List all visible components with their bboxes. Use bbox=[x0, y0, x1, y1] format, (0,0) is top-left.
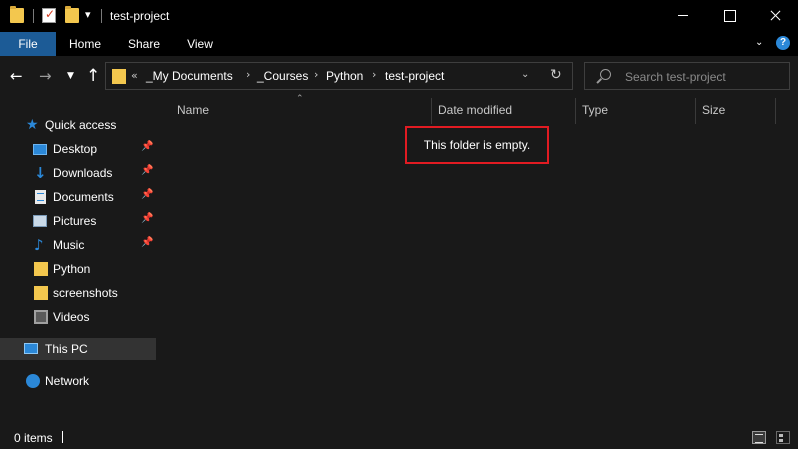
sort-ascending-icon: ⌃ bbox=[296, 94, 304, 104]
title-separator bbox=[101, 9, 102, 23]
breadcrumb-test-project[interactable]: test-project bbox=[385, 69, 444, 83]
column-header-type[interactable]: Type bbox=[582, 103, 608, 117]
empty-folder-message: This folder is empty. bbox=[423, 138, 531, 152]
pictures-icon bbox=[33, 215, 47, 227]
large-icons-view-icon[interactable] bbox=[776, 431, 790, 444]
address-dropdown-icon[interactable]: ⌄ bbox=[521, 69, 529, 80]
refresh-icon[interactable]: ↻ bbox=[550, 67, 562, 83]
expand-ribbon-chevron-icon[interactable]: ⌄ bbox=[755, 37, 763, 48]
column-header-size[interactable]: Size bbox=[702, 103, 725, 117]
sidebar-item-label: Network bbox=[45, 374, 90, 388]
sidebar-item-screenshots[interactable]: screenshots bbox=[0, 282, 156, 304]
search-placeholder[interactable]: Search test-project bbox=[625, 70, 726, 84]
pin-icon[interactable]: 📌 bbox=[141, 141, 153, 152]
sidebar-item-this-pc[interactable]: This PC bbox=[0, 338, 156, 360]
help-icon[interactable]: ? bbox=[776, 36, 790, 50]
address-bar[interactable]: « _My Documents › _Courses › Python › te… bbox=[105, 62, 573, 90]
column-header-name[interactable]: Name bbox=[177, 103, 209, 117]
close-button[interactable] bbox=[752, 0, 798, 32]
sidebar-item-documents[interactable]: Documents 📌 bbox=[0, 186, 156, 208]
details-view-icon[interactable] bbox=[752, 431, 766, 444]
recent-locations-chevron-icon[interactable]: ▼ bbox=[67, 66, 74, 86]
sidebar-item-pictures[interactable]: Pictures 📌 bbox=[0, 210, 156, 232]
customize-toolbar-dropdown[interactable]: ▾ bbox=[85, 8, 91, 21]
window-title: test-project bbox=[110, 9, 170, 23]
title-bar: ▾ test-project bbox=[0, 0, 798, 32]
sidebar-item-quick-access[interactable]: ★ Quick access bbox=[0, 114, 156, 136]
network-icon bbox=[26, 374, 40, 388]
sidebar-item-label: Pictures bbox=[53, 214, 97, 228]
folder-icon bbox=[112, 69, 126, 84]
desktop-icon bbox=[33, 144, 47, 155]
properties-icon[interactable] bbox=[42, 7, 56, 23]
status-bar: 0 items bbox=[0, 425, 798, 449]
videos-icon bbox=[34, 310, 48, 324]
computer-icon bbox=[24, 343, 38, 354]
pin-icon[interactable]: 📌 bbox=[141, 237, 153, 248]
folder-icon bbox=[34, 286, 48, 300]
download-icon: ↓ bbox=[34, 164, 47, 182]
ribbon-tabs: File Home Share View ⌄ ? bbox=[0, 32, 798, 56]
item-count: 0 items bbox=[14, 431, 53, 445]
sidebar-item-label: Quick access bbox=[45, 118, 117, 132]
sidebar-item-music[interactable]: ♪ Music 📌 bbox=[0, 234, 156, 256]
sidebar-item-network[interactable]: Network bbox=[0, 370, 156, 392]
navigation-pane: ★ Quick access Desktop 📌 ↓ Downloads 📌 D… bbox=[0, 96, 158, 420]
folder-icon bbox=[10, 6, 24, 23]
empty-folder-highlight: This folder is empty. bbox=[405, 126, 549, 164]
folder-icon bbox=[34, 262, 48, 276]
tab-share[interactable]: Share bbox=[118, 32, 170, 56]
breadcrumb-overflow[interactable]: « bbox=[131, 69, 138, 82]
music-icon: ♪ bbox=[34, 236, 44, 254]
pin-icon[interactable]: 📌 bbox=[141, 165, 153, 176]
column-divider[interactable] bbox=[775, 98, 776, 124]
new-folder-icon[interactable] bbox=[65, 6, 79, 23]
pin-icon[interactable]: 📌 bbox=[141, 189, 153, 200]
sidebar-item-desktop[interactable]: Desktop 📌 bbox=[0, 138, 156, 160]
breadcrumb-chevron-icon[interactable]: › bbox=[314, 68, 318, 81]
sidebar-item-label: Downloads bbox=[53, 166, 113, 180]
maximize-button[interactable] bbox=[706, 0, 752, 32]
breadcrumb-chevron-icon[interactable]: › bbox=[246, 68, 250, 81]
column-divider[interactable] bbox=[575, 98, 576, 124]
breadcrumb-python[interactable]: Python bbox=[326, 69, 363, 83]
breadcrumb-my-documents[interactable]: _My Documents bbox=[146, 69, 233, 83]
search-box[interactable]: Search test-project bbox=[584, 62, 790, 90]
tab-file[interactable]: File bbox=[0, 32, 56, 56]
navigation-bar: ← → ▼ ↑ « _My Documents › _Courses › Pyt… bbox=[0, 56, 798, 96]
column-divider[interactable] bbox=[695, 98, 696, 124]
documents-icon bbox=[35, 190, 46, 204]
column-header-date-modified[interactable]: Date modified bbox=[438, 103, 512, 117]
back-arrow-icon[interactable]: ← bbox=[10, 66, 23, 86]
forward-arrow-icon[interactable]: → bbox=[39, 66, 52, 86]
status-separator bbox=[62, 431, 63, 443]
title-separator bbox=[33, 9, 34, 23]
sidebar-item-label: screenshots bbox=[53, 286, 118, 300]
sidebar-item-downloads[interactable]: ↓ Downloads 📌 bbox=[0, 162, 156, 184]
up-arrow-icon[interactable]: ↑ bbox=[86, 66, 100, 86]
sidebar-item-label: Videos bbox=[53, 310, 90, 324]
column-divider[interactable] bbox=[431, 98, 432, 124]
sidebar-item-label: Python bbox=[53, 262, 91, 276]
pin-icon[interactable]: 📌 bbox=[141, 213, 153, 224]
tab-view[interactable]: View bbox=[176, 32, 224, 56]
breadcrumb-chevron-icon[interactable]: › bbox=[372, 68, 376, 81]
tab-home[interactable]: Home bbox=[60, 32, 110, 56]
sidebar-item-label: This PC bbox=[45, 342, 88, 356]
search-icon bbox=[600, 69, 611, 80]
sidebar-item-videos[interactable]: Videos bbox=[0, 306, 156, 328]
sidebar-item-label: Music bbox=[53, 238, 85, 252]
sidebar-item-label: Documents bbox=[53, 190, 114, 204]
sidebar-item-python[interactable]: Python bbox=[0, 258, 156, 280]
star-icon: ★ bbox=[26, 117, 39, 133]
breadcrumb-courses[interactable]: _Courses bbox=[257, 69, 308, 83]
sidebar-item-label: Desktop bbox=[53, 142, 98, 156]
minimize-button[interactable] bbox=[660, 0, 706, 32]
